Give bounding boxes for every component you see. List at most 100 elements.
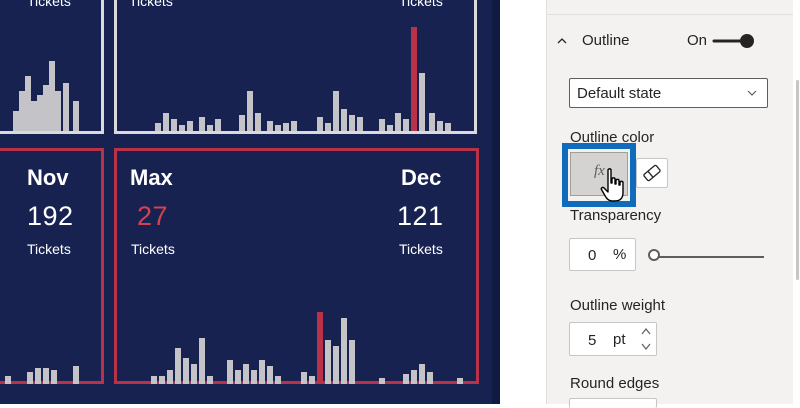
kpi-card-dec[interactable]: Max 27 Tickets Dec 121 Tickets xyxy=(114,148,479,384)
transparency-slider-thumb[interactable] xyxy=(648,249,660,261)
bar-chart-dec xyxy=(151,312,463,384)
bar xyxy=(333,91,339,131)
bar xyxy=(183,358,189,384)
bar xyxy=(159,376,165,384)
kpi-card-top-left[interactable]: Tickets xyxy=(0,0,104,134)
bar-chart-nov xyxy=(5,366,79,384)
scrollbar-thumb[interactable] xyxy=(796,80,799,280)
kpi-card-nov[interactable]: Nov 192 Tickets xyxy=(0,148,104,384)
bar xyxy=(291,121,297,131)
bar xyxy=(43,368,49,384)
bar-chart-top-right xyxy=(155,27,451,131)
hand-cursor-icon xyxy=(600,168,624,202)
bar xyxy=(199,117,205,131)
outline-weight-label: Outline weight xyxy=(570,297,666,314)
eraser-icon xyxy=(643,164,661,182)
bar xyxy=(175,348,181,384)
bar xyxy=(37,95,43,131)
outline-weight-value: 5 xyxy=(588,332,597,349)
bar xyxy=(403,119,409,131)
bar xyxy=(191,364,197,384)
bar xyxy=(325,340,331,384)
canvas-edge xyxy=(492,0,500,404)
bar xyxy=(341,318,347,384)
outline-toggle-state: On xyxy=(687,32,708,49)
bar xyxy=(275,376,281,384)
transparency-value: 0 xyxy=(588,247,597,264)
highlight-bar xyxy=(411,27,417,131)
bar xyxy=(309,376,315,384)
bar xyxy=(395,113,401,131)
bar xyxy=(151,376,157,384)
round-edges-label: Round edges xyxy=(570,375,660,392)
bar xyxy=(255,113,261,131)
bar xyxy=(243,364,249,384)
bar xyxy=(267,366,273,384)
bar xyxy=(283,123,289,131)
report-canvas: Tickets Tickets Tickets Nov 192 Tickets … xyxy=(0,0,500,404)
transparency-unit: % xyxy=(613,246,627,263)
bar xyxy=(55,91,61,131)
bar xyxy=(179,125,185,131)
bar xyxy=(171,119,177,131)
bar xyxy=(379,378,385,384)
bar xyxy=(267,121,273,131)
kpi-card-top-right[interactable]: Tickets Tickets xyxy=(114,0,477,134)
chevron-down-icon xyxy=(747,90,757,96)
bar xyxy=(419,73,425,131)
transparency-slider-track[interactable] xyxy=(656,256,764,258)
bar xyxy=(73,101,79,131)
bar xyxy=(207,125,213,131)
bar xyxy=(445,123,451,131)
bar xyxy=(419,364,425,384)
state-dropdown[interactable]: Default state xyxy=(569,78,768,108)
bar xyxy=(31,101,37,131)
outline-section-title[interactable]: Outline xyxy=(582,32,630,49)
section-divider xyxy=(546,14,793,15)
bar xyxy=(379,119,385,131)
outline-weight-unit: pt xyxy=(613,331,626,348)
transparency-label: Transparency xyxy=(570,207,662,224)
bar xyxy=(357,117,363,131)
bar xyxy=(199,338,205,384)
bar xyxy=(301,372,307,384)
bar xyxy=(411,370,417,384)
chevron-up-icon[interactable] xyxy=(557,36,567,46)
bar xyxy=(437,121,443,131)
bar xyxy=(27,372,33,384)
bar xyxy=(215,119,221,131)
reset-color-button[interactable] xyxy=(636,158,668,188)
bar xyxy=(43,85,49,131)
bar xyxy=(429,113,435,131)
bar xyxy=(187,121,193,131)
stepper-icon[interactable] xyxy=(638,324,654,354)
bar xyxy=(341,109,347,131)
bar xyxy=(25,76,31,131)
bar xyxy=(239,115,245,131)
bar xyxy=(73,366,79,384)
bar xyxy=(167,370,173,384)
bar xyxy=(259,360,265,384)
bar xyxy=(235,370,241,384)
bar xyxy=(275,125,281,131)
outline-toggle[interactable] xyxy=(712,34,756,48)
highlight-bar xyxy=(317,312,323,384)
bar xyxy=(155,123,161,131)
bar xyxy=(251,370,257,384)
transparency-input[interactable]: 0 % xyxy=(569,238,636,271)
bar xyxy=(63,83,69,131)
bar xyxy=(5,376,11,384)
bar xyxy=(333,346,339,384)
bar xyxy=(387,125,393,131)
bar xyxy=(457,378,463,384)
bar xyxy=(49,61,55,131)
bar xyxy=(325,123,331,131)
round-edges-input[interactable] xyxy=(569,398,657,408)
bar xyxy=(349,115,355,131)
bar xyxy=(13,111,19,131)
bar xyxy=(35,368,41,384)
bar xyxy=(403,374,409,384)
bar-chart-top-left xyxy=(13,61,79,131)
bar xyxy=(163,113,169,131)
bar xyxy=(247,91,253,131)
